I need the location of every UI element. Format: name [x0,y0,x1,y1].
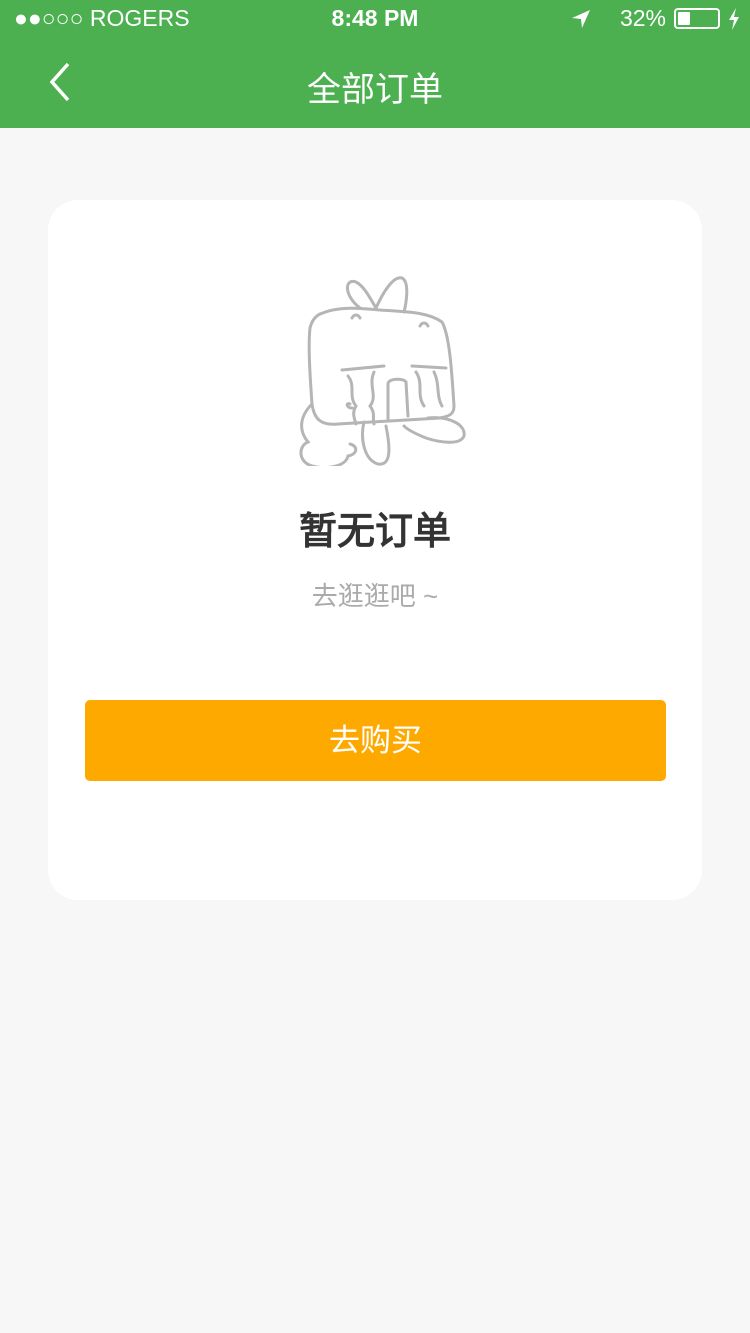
nav-bar: 全部订单 [0,36,750,128]
go-shopping-button[interactable]: 去购买 [85,700,666,781]
status-bar: ●●○○○ ROGERS 8:48 PM 32% [0,0,750,36]
empty-state-card: 暂无订单 去逛逛吧 ~ 去购买 [48,200,702,900]
empty-heading: 暂无订单 [298,511,451,553]
page-title: 全部订单 [307,71,443,109]
empty-subtext: 去逛逛吧 ~ [311,581,439,611]
header: ●●○○○ ROGERS 8:48 PM 32% 全部订单 [0,0,750,128]
battery-percent: 32% [619,5,666,31]
battery-icon [674,8,720,29]
charging-icon [729,7,739,30]
crying-bunny-icon [299,276,466,466]
location-arrow-icon [571,9,590,28]
